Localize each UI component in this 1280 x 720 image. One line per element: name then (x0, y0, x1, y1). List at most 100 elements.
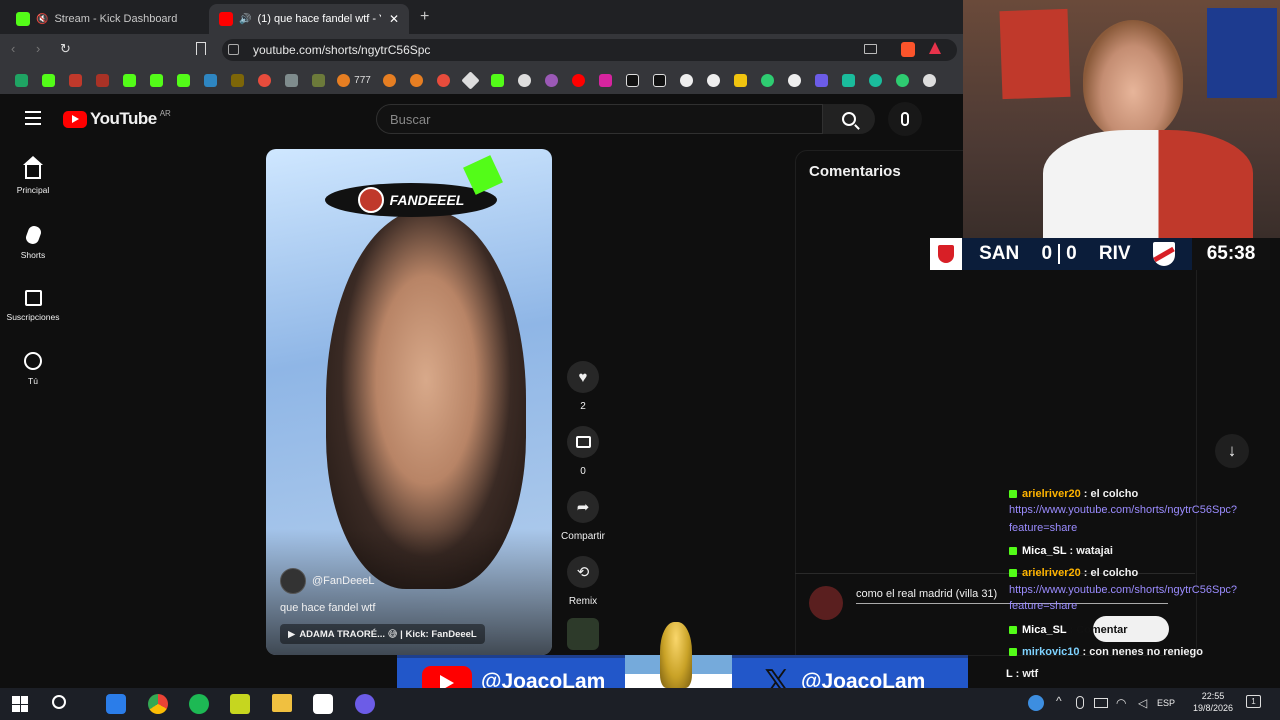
windows-start-icon[interactable] (12, 696, 28, 712)
notifications-icon[interactable]: 1 (1246, 695, 1261, 708)
chrome-icon[interactable] (148, 694, 168, 714)
bookmark-app-icon[interactable] (457, 66, 484, 94)
bookmark-app-icon[interactable] (700, 66, 727, 94)
short-channel[interactable]: @FanDeeeL (280, 568, 375, 594)
scroll-down-arrow-icon[interactable]: ↓ (1215, 434, 1249, 468)
fandeeel-overlay-tag: FANDEEEL (325, 183, 497, 217)
bookmark-777[interactable]: 777 (332, 66, 376, 94)
kick-favicon-icon (16, 12, 30, 26)
bookmark-instagram-icon[interactable] (592, 66, 619, 94)
chat-link[interactable]: feature=share (1009, 519, 1237, 537)
bookmark-app-icon[interactable] (89, 66, 116, 94)
search-input[interactable]: Buscar (376, 104, 823, 134)
bookmark-app-icon[interactable] (197, 66, 224, 94)
short-sound[interactable]: ▶ ADAMA TRAORÉ... 😅 | Kick: FanDeeeL (280, 624, 485, 644)
tab-youtube-short[interactable]: 🔊 (1) que hace fandel wtf - YouTube ✕ (209, 4, 409, 34)
bookmark-app-icon[interactable] (484, 66, 511, 94)
bookmark-app-icon[interactable] (889, 66, 916, 94)
bookmark-kick-icon[interactable] (170, 66, 197, 94)
bookmark-app-icon[interactable] (835, 66, 862, 94)
brave-shield-icon[interactable] (901, 42, 915, 57)
bookmark-app-icon[interactable] (781, 66, 808, 94)
bookmark-drive-icon[interactable] (8, 66, 35, 94)
bookmark-app-icon[interactable] (727, 66, 754, 94)
bookmark-app-icon[interactable] (754, 66, 781, 94)
bookmark-app-icon[interactable] (673, 66, 700, 94)
like-count: 2 (580, 401, 586, 412)
share-action[interactable]: ➦ Compartir (560, 491, 606, 542)
search-button[interactable] (823, 104, 875, 134)
bookmark-app-icon[interactable] (808, 66, 835, 94)
voice-search-button[interactable] (888, 102, 922, 136)
commenter-avatar[interactable] (809, 586, 843, 620)
help-icon[interactable] (1028, 695, 1044, 711)
bookmark-tiktok-icon[interactable] (619, 66, 646, 94)
bookmark-kick-icon[interactable] (116, 66, 143, 94)
sidebar-item-shorts[interactable]: Shorts (0, 213, 66, 273)
like-action[interactable]: ♥ 2 (560, 361, 606, 412)
like-button[interactable]: ♥ (567, 361, 599, 393)
bookmark-app-icon[interactable] (278, 66, 305, 94)
close-tab-icon[interactable]: ✕ (389, 12, 399, 26)
site-info-icon[interactable] (228, 44, 239, 55)
bookmark-app-icon[interactable] (862, 66, 889, 94)
chat-message: L : wtf (1006, 663, 1038, 685)
sidebar-item-suscripciones[interactable]: Suscripciones (0, 276, 66, 336)
chat-link[interactable]: https://www.youtube.com/shorts/ngytrC56S… (1009, 582, 1237, 598)
input-language[interactable]: ESP (1157, 698, 1175, 708)
bookmark-app-icon[interactable] (538, 66, 565, 94)
clock[interactable]: 22:55 19/8/2026 (1186, 690, 1240, 714)
taskbar-app-icon[interactable] (355, 694, 375, 714)
tab-kick-dashboard[interactable]: 🔇 Stream - Kick Dashboard (6, 4, 206, 34)
chat-text: : Comentar (1069, 624, 1128, 636)
tray-mic-icon[interactable] (1076, 696, 1084, 709)
remix-action[interactable]: ⟲ Remix (560, 556, 606, 607)
bookmark-app-icon[interactable] (251, 66, 278, 94)
chat-link[interactable]: feature=share (1009, 598, 1237, 614)
menu-icon[interactable] (25, 111, 41, 125)
new-tab-button[interactable]: + (420, 8, 429, 26)
reload-icon[interactable]: ↻ (60, 41, 71, 57)
comment-action[interactable]: 0 (560, 426, 606, 477)
bookmark-app-icon[interactable] (430, 66, 457, 94)
search-icon[interactable] (52, 695, 66, 709)
bookmark-app-icon[interactable] (403, 66, 430, 94)
bookmark-youtube-icon[interactable] (565, 66, 592, 94)
obs-icon[interactable] (313, 694, 333, 714)
remix-button[interactable]: ⟲ (567, 556, 599, 588)
bookmark-x-icon[interactable] (646, 66, 673, 94)
bookmark-app-icon[interactable] (224, 66, 251, 94)
cast-icon[interactable] (864, 44, 877, 54)
taskbar-app-icon[interactable] (230, 694, 250, 714)
channel-handle[interactable]: @FanDeeeL (312, 575, 375, 587)
sidebar-item-principal[interactable]: Principal (0, 150, 66, 210)
bookmark-app-icon[interactable] (62, 66, 89, 94)
file-explorer-icon[interactable] (272, 694, 292, 712)
bookmark-icon[interactable] (196, 42, 206, 55)
wifi-icon[interactable]: ◠ (1116, 696, 1126, 710)
spotify-icon[interactable] (189, 694, 209, 714)
bookmark-kick-icon[interactable] (35, 66, 62, 94)
forward-icon[interactable]: › (36, 41, 40, 56)
youtube-logo[interactable]: YouTube AR (63, 109, 171, 129)
bookmark-kick-icon[interactable] (143, 66, 170, 94)
brave-rewards-icon[interactable] (929, 42, 941, 54)
tray-network-icon[interactable] (1094, 698, 1108, 708)
url-bar[interactable]: youtube.com/shorts/ngytrC56Spc (222, 39, 957, 61)
comment-button[interactable] (567, 426, 599, 458)
sound-thumbnail[interactable] (567, 618, 599, 650)
volume-icon[interactable]: ◁ (1138, 696, 1147, 710)
sidebar-item-tu[interactable]: Tú (0, 339, 66, 399)
share-button[interactable]: ➦ (567, 491, 599, 523)
back-icon[interactable]: ‹ (11, 41, 15, 56)
bookmark-app-icon[interactable] (376, 66, 403, 94)
settings-gear-icon[interactable] (916, 66, 943, 94)
taskbar-app-icon[interactable] (106, 694, 126, 714)
bookmark-app-icon[interactable] (305, 66, 332, 94)
chat-link[interactable]: https://www.youtube.com/shorts/ngytrC56S… (1009, 501, 1237, 519)
chat-text: : wtf (1015, 668, 1039, 680)
bookmark-app-icon[interactable] (511, 66, 538, 94)
tray-chevron-icon[interactable]: ^ (1056, 694, 1062, 708)
remix-label: Remix (568, 596, 598, 607)
channel-avatar[interactable] (280, 568, 306, 594)
